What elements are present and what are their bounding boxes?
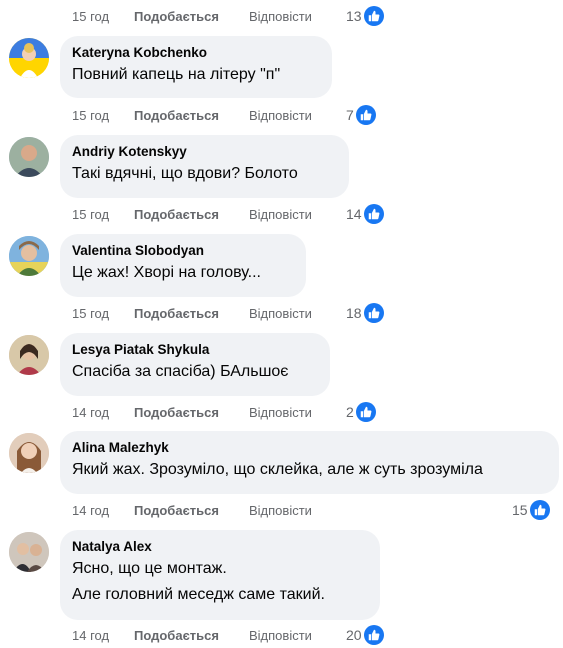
comment-text: Це жах! Хворі на голову...	[72, 264, 261, 281]
comment-bubble: Alina Malezhyk Який жах. Зрозуміло, що с…	[60, 431, 559, 494]
comment-bubble: Natalya Alex Ясно, що це монтаж. Але гол…	[60, 530, 380, 620]
avatar[interactable]	[9, 38, 49, 78]
comment-time[interactable]: 14 год	[72, 628, 134, 643]
thumbs-up-icon	[355, 105, 376, 125]
reaction-number: 18	[346, 305, 362, 321]
comment-author[interactable]: Valentina Slobodyan	[72, 242, 294, 260]
comment-author[interactable]: Andriy Kotenskyy	[72, 143, 337, 161]
comment-time[interactable]: 15 год	[72, 108, 134, 123]
reply-button[interactable]: Відповісти	[249, 207, 312, 222]
like-button[interactable]: Подобається	[134, 405, 249, 420]
comment-bubble: Valentina Slobodyan Це жах! Хворі на гол…	[60, 234, 306, 297]
comment-time[interactable]: 14 год	[72, 503, 134, 518]
reaction-number: 14	[346, 206, 362, 222]
comment-bubble: Lesya Piatak Shykula Спасіба за спасіба)…	[60, 333, 330, 396]
comment-time[interactable]: 15 год	[72, 306, 134, 321]
reaction-count[interactable]: 20	[346, 625, 384, 645]
avatar[interactable]	[9, 532, 49, 572]
avatar[interactable]	[9, 137, 49, 177]
thumbs-up-icon	[355, 402, 376, 422]
reaction-number: 13	[346, 8, 362, 24]
comment-actions: 14 год Подобається Відповісти	[72, 625, 312, 645]
comment-text: Повний капець на літеру "п"	[72, 66, 281, 83]
reply-button[interactable]: Відповісти	[249, 628, 312, 643]
like-button[interactable]: Подобається	[134, 9, 249, 24]
thumbs-up-icon	[363, 204, 384, 224]
comment-author[interactable]: Natalya Alex	[72, 538, 368, 556]
comment-author[interactable]: Lesya Piatak Shykula	[72, 341, 318, 359]
comment-bubble: Kateryna Kobchenko Повний капець на літе…	[60, 36, 332, 98]
comment-text: Ясно, що це монтаж.	[72, 560, 227, 577]
reply-button[interactable]: Відповісти	[249, 503, 312, 518]
comment-actions: 15 год Подобається Відповісти	[72, 6, 312, 26]
like-button[interactable]: Подобається	[134, 306, 249, 321]
reaction-count[interactable]: 2	[346, 402, 376, 422]
reaction-count[interactable]: 7	[346, 105, 376, 125]
comment-time[interactable]: 15 год	[72, 207, 134, 222]
comment-actions: 15 год Подобається Відповісти	[72, 204, 312, 224]
comment-time[interactable]: 14 год	[72, 405, 134, 420]
reaction-number: 20	[346, 627, 362, 643]
like-button[interactable]: Подобається	[134, 207, 249, 222]
comment-bubble: Andriy Kotenskyy Такі вдячні, що вдови? …	[60, 135, 349, 198]
like-button[interactable]: Подобається	[134, 503, 249, 518]
comment-actions: 15 год Подобається Відповісти	[72, 105, 312, 125]
reply-button[interactable]: Відповісти	[249, 405, 312, 420]
comment-actions: 14 год Подобається Відповісти	[72, 402, 312, 422]
comment-text: Але головний меседж саме такий.	[72, 586, 325, 603]
thumbs-up-icon	[363, 6, 384, 26]
reaction-count[interactable]: 18	[346, 303, 384, 323]
reaction-number: 7	[346, 107, 354, 123]
comment-author[interactable]: Kateryna Kobchenko	[72, 44, 320, 62]
reaction-count[interactable]: 14	[346, 204, 384, 224]
reaction-count[interactable]: 13	[346, 6, 384, 26]
reply-button[interactable]: Відповісти	[249, 9, 312, 24]
reaction-number: 2	[346, 404, 354, 420]
comment-text: Такі вдячні, що вдови? Болото	[72, 165, 298, 182]
reply-button[interactable]: Відповісти	[249, 108, 312, 123]
comment-author[interactable]: Alina Malezhyk	[72, 439, 547, 457]
reaction-number: 15	[512, 502, 528, 518]
thumbs-up-icon	[529, 500, 550, 520]
thumbs-up-icon	[363, 625, 384, 645]
comment-time[interactable]: 15 год	[72, 9, 134, 24]
like-button[interactable]: Подобається	[134, 108, 249, 123]
avatar[interactable]	[9, 236, 49, 276]
comment-text: Спасіба за спасіба) БАльшоє	[72, 363, 289, 380]
avatar[interactable]	[9, 335, 49, 375]
avatar[interactable]	[9, 433, 49, 473]
like-button[interactable]: Подобається	[134, 628, 249, 643]
reply-button[interactable]: Відповісти	[249, 306, 312, 321]
thumbs-up-icon	[363, 303, 384, 323]
comment-actions: 14 год Подобається Відповісти	[72, 500, 312, 520]
reaction-count[interactable]: 15	[512, 500, 550, 520]
comment-text: Який жах. Зрозуміло, що склейка, але ж с…	[72, 461, 483, 478]
comment-actions: 15 год Подобається Відповісти	[72, 303, 312, 323]
